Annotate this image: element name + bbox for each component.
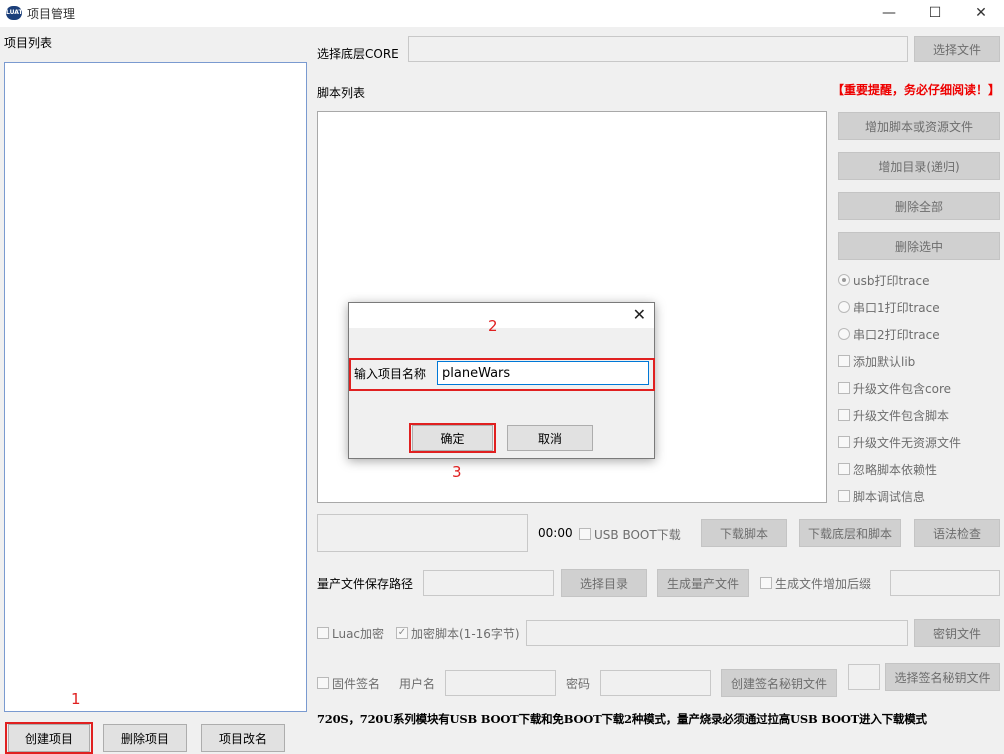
checkbox-icon xyxy=(838,409,850,421)
production-path-field[interactable] xyxy=(423,570,554,596)
create-sign-key-button[interactable]: 创建签名秘钥文件 xyxy=(721,669,837,697)
usb-boot-notice: 720S，720U系列模块有USB BOOT下载和免BOOT下载2种模式，量产烧… xyxy=(317,712,927,726)
encrypt-key-field[interactable] xyxy=(526,620,908,646)
rename-project-button[interactable]: 项目改名 xyxy=(201,724,285,752)
no-resource-label: 升级文件无资源文件 xyxy=(853,435,962,450)
download-timer: 00:00 xyxy=(538,526,573,540)
usb-boot-label: USB BOOT下载 xyxy=(594,527,681,542)
usb-trace-radio[interactable]: usb打印trace xyxy=(838,272,929,288)
checkbox-icon xyxy=(838,382,850,394)
uart2-trace-radio[interactable]: 串口2打印trace xyxy=(838,326,940,342)
maximize-button[interactable]: ☐ xyxy=(912,0,958,27)
radio-icon xyxy=(838,328,850,340)
include-script-checkbox[interactable]: 升级文件包含脚本 xyxy=(838,407,949,423)
add-default-lib-label: 添加默认lib xyxy=(853,354,916,369)
dialog-close-button[interactable]: ✕ xyxy=(633,305,646,324)
checkbox-icon xyxy=(760,577,772,589)
script-list-label: 脚本列表 xyxy=(317,86,366,100)
password-field[interactable] xyxy=(600,670,711,696)
checkbox-icon xyxy=(838,355,850,367)
delete-all-button[interactable]: 删除全部 xyxy=(838,192,1000,220)
include-core-label: 升级文件包含core xyxy=(853,381,951,396)
core-path-field[interactable] xyxy=(408,36,908,62)
syntax-check-button[interactable]: 语法检查 xyxy=(914,519,1000,547)
step2-label: 2 xyxy=(488,317,498,335)
radio-icon xyxy=(838,301,850,313)
no-resource-checkbox[interactable]: 升级文件无资源文件 xyxy=(838,434,961,450)
sign-key-path-field[interactable] xyxy=(848,664,880,690)
important-notice-link[interactable]: 【重要提醒，务必仔细阅读！】 xyxy=(832,81,1000,98)
download-progress-bar xyxy=(317,514,528,552)
usb-trace-label: usb打印trace xyxy=(853,273,930,288)
debug-info-checkbox[interactable]: 脚本调试信息 xyxy=(838,488,925,504)
include-script-label: 升级文件包含脚本 xyxy=(853,408,950,423)
usb-boot-checkbox[interactable]: USB BOOT下载 xyxy=(579,526,681,542)
ignore-dependency-checkbox[interactable]: 忽略脚本依赖性 xyxy=(838,461,937,477)
project-list-label: 项目列表 xyxy=(4,36,53,50)
add-default-lib-checkbox[interactable]: 添加默认lib xyxy=(838,353,915,369)
checkbox-icon xyxy=(317,677,329,689)
download-core-script-button[interactable]: 下载底层和脚本 xyxy=(799,519,901,547)
close-window-button[interactable]: ✕ xyxy=(958,0,1004,27)
encrypt-script-checkbox[interactable]: ✓ 加密脚本(1-16字节) xyxy=(396,625,520,641)
checkbox-checked-icon: ✓ xyxy=(396,627,408,639)
confirm-button[interactable]: 确定 xyxy=(412,425,493,451)
window-title: 项目管理 xyxy=(27,7,76,21)
suffix-label: 生成文件增加后缀 xyxy=(775,576,872,591)
project-list[interactable] xyxy=(4,62,307,712)
minimize-button[interactable]: — xyxy=(866,0,912,27)
title-bar: LUAT 项目管理 — ☐ ✕ xyxy=(0,0,1004,27)
checkbox-icon xyxy=(579,528,591,540)
luac-encrypt-label: Luac加密 xyxy=(332,626,385,641)
checkbox-icon xyxy=(317,627,329,639)
checkbox-icon xyxy=(838,490,850,502)
key-file-button[interactable]: 密钥文件 xyxy=(914,619,1000,647)
password-label: 密码 xyxy=(566,677,591,691)
checkbox-icon xyxy=(838,463,850,475)
select-directory-button[interactable]: 选择目录 xyxy=(561,569,647,597)
username-label: 用户名 xyxy=(399,677,436,691)
production-path-label: 量产文件保存路径 xyxy=(317,577,414,591)
uart2-trace-label: 串口2打印trace xyxy=(853,327,940,342)
uart1-trace-radio[interactable]: 串口1打印trace xyxy=(838,299,940,315)
delete-project-button[interactable]: 删除项目 xyxy=(103,724,187,752)
delete-selected-button[interactable]: 删除选中 xyxy=(838,232,1000,260)
download-script-button[interactable]: 下载脚本 xyxy=(701,519,787,547)
include-core-checkbox[interactable]: 升级文件包含core xyxy=(838,380,951,396)
project-name-input[interactable] xyxy=(437,361,649,385)
firmware-sign-checkbox[interactable]: 固件签名 xyxy=(317,675,380,691)
suffix-checkbox[interactable]: 生成文件增加后缀 xyxy=(760,575,871,591)
dialog-title-bar: ✕ xyxy=(349,303,654,328)
cancel-button[interactable]: 取消 xyxy=(507,425,593,451)
radio-selected-icon xyxy=(838,274,850,286)
step3-label: 3 xyxy=(452,463,462,481)
step1-label: 1 xyxy=(71,690,81,708)
username-field[interactable] xyxy=(445,670,556,696)
firmware-sign-label: 固件签名 xyxy=(332,676,381,691)
select-core-button[interactable]: 选择文件 xyxy=(914,36,1000,62)
new-project-dialog: ✕ 输入项目名称 确定 取消 xyxy=(348,302,655,459)
generate-production-button[interactable]: 生成量产文件 xyxy=(657,569,749,597)
core-label: 选择底层CORE xyxy=(317,47,399,61)
add-directory-button[interactable]: 增加目录(递归) xyxy=(838,152,1000,180)
create-project-button[interactable]: 创建项目 xyxy=(8,724,90,752)
luac-encrypt-checkbox[interactable]: Luac加密 xyxy=(317,625,384,641)
add-script-button[interactable]: 增加脚本或资源文件 xyxy=(838,112,1000,140)
project-name-label: 输入项目名称 xyxy=(354,367,427,381)
select-sign-key-button[interactable]: 选择签名秘钥文件 xyxy=(885,663,1000,691)
ignore-dependency-label: 忽略脚本依赖性 xyxy=(853,462,938,477)
app-logo-icon: LUAT xyxy=(6,6,23,20)
suffix-field[interactable] xyxy=(890,570,1000,596)
uart1-trace-label: 串口1打印trace xyxy=(853,300,940,315)
checkbox-icon xyxy=(838,436,850,448)
debug-info-label: 脚本调试信息 xyxy=(853,489,926,504)
encrypt-script-label: 加密脚本(1-16字节) xyxy=(411,626,520,641)
